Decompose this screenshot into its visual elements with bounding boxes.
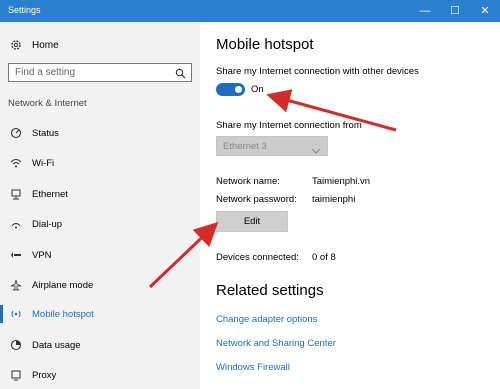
toggle-state-label: On bbox=[251, 84, 264, 95]
sidebar-item-label: Ethernet bbox=[32, 188, 68, 200]
sidebar-item-airplane-mode[interactable]: Airplane mode bbox=[0, 272, 200, 298]
home-label: Home bbox=[32, 39, 59, 51]
search-input[interactable]: Find a setting bbox=[8, 63, 192, 82]
home-nav-item[interactable]: Home bbox=[10, 38, 59, 52]
hotspot-icon bbox=[9, 307, 23, 321]
sidebar-item-wifi[interactable]: Wi-Fi bbox=[0, 150, 200, 176]
sidebar-item-label: Data usage bbox=[32, 339, 81, 351]
sidebar-item-label: Mobile hotspot bbox=[32, 308, 94, 320]
vpn-icon bbox=[9, 248, 23, 262]
sidebar-item-label: Airplane mode bbox=[32, 279, 94, 291]
search-icon[interactable] bbox=[175, 66, 186, 79]
ethernet-icon bbox=[9, 187, 23, 201]
minimize-button[interactable]: — bbox=[410, 0, 440, 22]
sidebar-item-label: Wi-Fi bbox=[32, 157, 55, 169]
sidebar-item-label: VPN bbox=[32, 249, 52, 261]
sidebar-item-vpn[interactable]: VPN bbox=[0, 242, 200, 268]
devices-connected-label: Devices connected: bbox=[216, 252, 299, 263]
windows-firewall-link[interactable]: Windows Firewall bbox=[216, 362, 290, 373]
airplane-icon bbox=[9, 278, 23, 292]
wifi-icon bbox=[9, 156, 23, 170]
maximize-button[interactable]: ☐ bbox=[440, 0, 470, 22]
network-name-value: Taimienphi.vn bbox=[312, 176, 371, 187]
share-from-value: Ethernet 3 bbox=[223, 141, 267, 152]
search-placeholder: Find a setting bbox=[15, 67, 76, 78]
close-button[interactable]: ✕ bbox=[470, 0, 500, 22]
section-heading: Network & Internet bbox=[8, 98, 87, 109]
change-adapter-options-link[interactable]: Change adapter options bbox=[216, 314, 317, 325]
sidebar-item-data-usage[interactable]: Data usage bbox=[0, 332, 200, 358]
page-title: Mobile hotspot bbox=[216, 36, 314, 53]
active-indicator bbox=[0, 305, 3, 323]
network-password-value: taimienphi bbox=[312, 194, 356, 205]
share-connection-label: Share my Internet connection with other … bbox=[216, 66, 419, 77]
chevron-down-icon bbox=[311, 142, 321, 154]
data-usage-icon bbox=[9, 338, 23, 352]
toggle-knob bbox=[235, 86, 242, 93]
sidebar-item-ethernet[interactable]: Ethernet bbox=[0, 181, 200, 207]
share-from-label: Share my Internet connection from bbox=[216, 120, 362, 131]
proxy-icon bbox=[9, 368, 23, 382]
network-sharing-center-link[interactable]: Network and Sharing Center bbox=[216, 338, 336, 349]
main-panel: Mobile hotspot Share my Internet connect… bbox=[200, 22, 500, 389]
sidebar-item-proxy[interactable]: Proxy bbox=[0, 362, 200, 388]
sidebar-item-mobile-hotspot[interactable]: Mobile hotspot bbox=[0, 301, 200, 327]
network-name-label: Network name: bbox=[216, 176, 280, 187]
devices-connected-value: 0 of 8 bbox=[312, 252, 336, 263]
share-from-dropdown[interactable]: Ethernet 3 bbox=[216, 136, 328, 156]
network-password-label: Network password: bbox=[216, 194, 297, 205]
dialup-icon bbox=[9, 217, 23, 231]
related-settings-heading: Related settings bbox=[216, 282, 324, 299]
sidebar-item-status[interactable]: Status bbox=[0, 120, 200, 146]
edit-button[interactable]: Edit bbox=[216, 211, 288, 232]
title-bar: Settings — ☐ ✕ bbox=[0, 0, 500, 22]
gear-icon bbox=[10, 39, 22, 51]
sidebar: Home Find a setting Network & Internet S… bbox=[0, 22, 200, 389]
window-title: Settings bbox=[8, 5, 41, 15]
sidebar-item-dialup[interactable]: Dial-up bbox=[0, 211, 200, 237]
hotspot-toggle[interactable] bbox=[216, 83, 245, 96]
sidebar-item-label: Dial-up bbox=[32, 218, 63, 230]
sidebar-item-label: Proxy bbox=[32, 369, 57, 381]
sidebar-item-label: Status bbox=[32, 127, 59, 139]
status-icon bbox=[9, 126, 23, 140]
